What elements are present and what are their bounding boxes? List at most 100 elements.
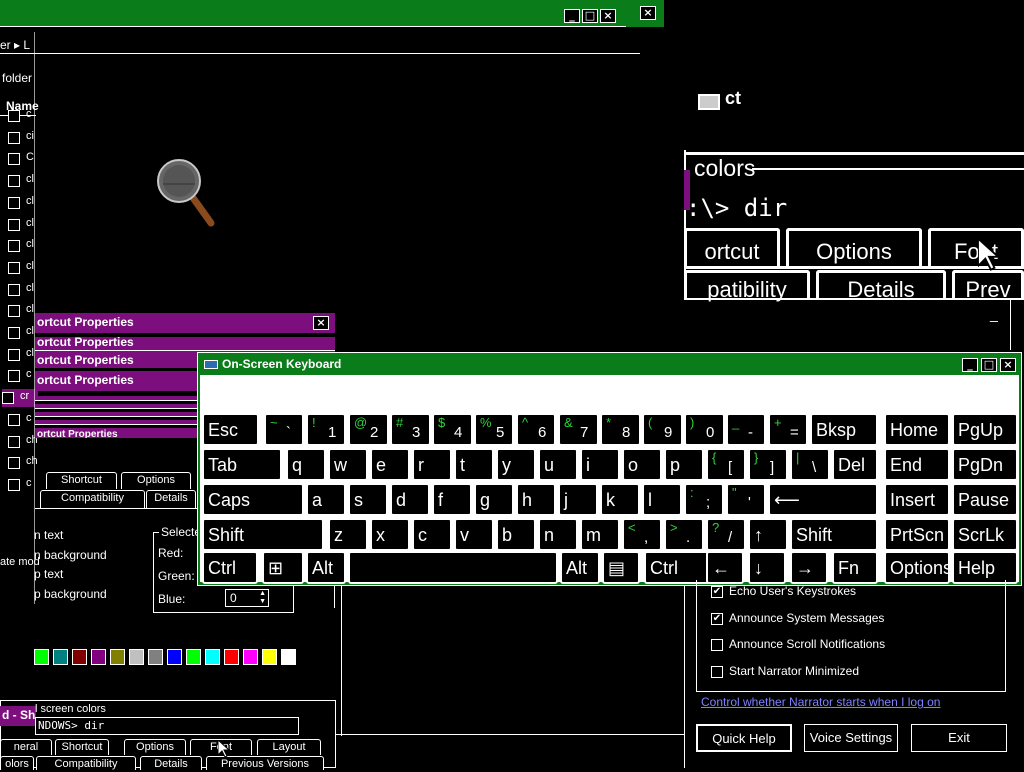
key-[[interactable]: {[ — [706, 448, 746, 481]
key-2[interactable]: @2 — [348, 413, 389, 446]
spin-down-icon[interactable]: ▼ — [259, 598, 266, 605]
voice-settings-button[interactable]: Voice Settings — [804, 724, 898, 752]
osk-minimize-button[interactable]: _ — [962, 358, 978, 372]
blue-value-input[interactable]: 0 ▲ ▼ — [225, 589, 269, 607]
key-scrlk[interactable]: ScrLk — [952, 518, 1018, 551]
narrator-checkbox[interactable] — [711, 639, 723, 651]
key-insert[interactable]: Insert — [884, 483, 950, 516]
key-f[interactable]: f — [432, 483, 472, 516]
narrator-minimize-glyph[interactable]: _ — [990, 306, 998, 322]
popup-background-radio[interactable]: p background — [34, 587, 107, 601]
key-del[interactable]: Del — [832, 448, 878, 481]
color-swatch[interactable] — [129, 649, 144, 665]
color-swatch[interactable] — [224, 649, 239, 665]
color-swatch[interactable] — [167, 649, 182, 665]
color-swatch[interactable] — [205, 649, 220, 665]
cmd-tab[interactable]: Layout — [257, 739, 321, 755]
key-caps[interactable]: Caps — [202, 483, 304, 516]
key-9[interactable]: (9 — [642, 413, 683, 446]
new-folder-button[interactable]: folder — [2, 71, 32, 85]
screen-background-radio[interactable]: n background — [34, 548, 107, 562]
key-1[interactable]: ! 1 — [306, 413, 346, 446]
zoomed-tab-previous[interactable]: Prev — [952, 270, 1024, 302]
key-/[interactable]: ? / — [706, 518, 746, 551]
key-k[interactable]: k — [600, 483, 640, 516]
zoomed-tab-font[interactable]: Font — [928, 228, 1024, 268]
key-e[interactable]: e — [370, 448, 410, 481]
osk-close-button[interactable]: × — [1000, 358, 1016, 372]
key-g[interactable]: g — [474, 483, 514, 516]
popup-text-radio[interactable]: p text — [34, 567, 63, 581]
key-p[interactable]: p — [664, 448, 704, 481]
cmd-tab[interactable]: Shortcut — [55, 739, 109, 755]
quick-help-button[interactable]: Quick Help — [696, 724, 792, 752]
key-↑[interactable]: ↑ — [748, 518, 788, 551]
key-0[interactable]: ) 0 — [684, 413, 725, 446]
cmd-tab[interactable]: Options — [124, 739, 186, 755]
maximize-button[interactable]: □ — [582, 9, 598, 23]
key-space[interactable] — [348, 551, 558, 584]
zoomed-tab-options[interactable]: Options — [786, 228, 922, 268]
key-;[interactable]: :; — [684, 483, 724, 516]
key-m[interactable]: m — [580, 518, 620, 551]
key-l[interactable]: l — [642, 483, 682, 516]
key-5[interactable]: % 5 — [474, 413, 514, 446]
key-pgdn[interactable]: PgDn — [952, 448, 1018, 481]
key-alt[interactable]: Alt — [306, 551, 346, 584]
key-o[interactable]: o — [622, 448, 662, 481]
key-s[interactable]: s — [348, 483, 388, 516]
key-n[interactable]: n — [538, 518, 578, 551]
key-shift[interactable]: Shift — [202, 518, 324, 551]
key-a[interactable]: a — [306, 483, 346, 516]
key-,[interactable]: <, — [622, 518, 662, 551]
key-j[interactable]: j — [558, 483, 598, 516]
tab-shortcut[interactable]: Shortcut — [46, 472, 117, 489]
key-8[interactable]: * 8 — [600, 413, 641, 446]
exit-button[interactable]: Exit — [911, 724, 1007, 752]
close-button-outer[interactable]: × — [640, 6, 656, 20]
close-button[interactable]: × — [313, 316, 329, 330]
tab-compatibility[interactable]: Compatibility — [40, 490, 145, 508]
tab-details[interactable]: Details — [146, 490, 196, 508]
color-swatch[interactable] — [91, 649, 106, 665]
color-swatch[interactable] — [34, 649, 49, 665]
narrator-checkbox[interactable] — [711, 665, 723, 678]
narrator-startup-link[interactable]: Control whether Narrator starts when I l… — [701, 695, 940, 709]
key-pgup[interactable]: PgUp — [952, 413, 1018, 446]
key-x[interactable]: x — [370, 518, 410, 551]
key-6[interactable]: ^ 6 — [516, 413, 556, 446]
cmd-tab[interactable]: neral — [0, 739, 52, 755]
magnifier-icon[interactable] — [157, 159, 227, 229]
key-prtscn[interactable]: PrtScn — [884, 518, 950, 551]
key-7[interactable]: & 7 — [558, 413, 599, 446]
key-end[interactable]: End — [884, 448, 950, 481]
osk-maximize-button[interactable]: □ — [981, 358, 997, 372]
key-ctrl[interactable]: Ctrl — [202, 551, 258, 584]
key-u[interactable]: u — [538, 448, 578, 481]
address-breadcrumb[interactable]: er ▸ L — [0, 38, 30, 52]
key-tab[interactable]: Tab — [202, 448, 282, 481]
key-▤[interactable]: ▤ — [602, 551, 640, 584]
key-r[interactable]: r — [412, 448, 452, 481]
key-w[interactable]: w — [328, 448, 368, 481]
key-\[interactable]: | \ — [790, 448, 830, 481]
key-alt[interactable]: Alt — [560, 551, 600, 584]
color-swatch[interactable] — [262, 649, 277, 665]
color-swatch[interactable] — [72, 649, 87, 665]
key-][interactable]: }] — [748, 448, 788, 481]
tab-options[interactable]: Options — [121, 472, 191, 489]
key-3[interactable]: #3 — [390, 413, 431, 446]
key-q[interactable]: q — [286, 448, 326, 481]
zoomed-tab-compatibility[interactable]: patibility — [684, 270, 810, 302]
key-v[interactable]: v — [454, 518, 494, 551]
key-bksp[interactable]: Bksp — [810, 413, 878, 446]
color-swatch[interactable] — [243, 649, 258, 665]
color-swatch[interactable] — [186, 649, 201, 665]
key-z[interactable]: z — [328, 518, 368, 551]
key-'[interactable]: " ' — [726, 483, 766, 516]
color-swatch[interactable] — [53, 649, 68, 665]
key-i[interactable]: i — [580, 448, 620, 481]
zoomed-tab-shortcut[interactable]: ortcut — [684, 228, 780, 268]
key-c[interactable]: c — [412, 518, 452, 551]
file-list-item[interactable]: cr — [2, 389, 38, 408]
